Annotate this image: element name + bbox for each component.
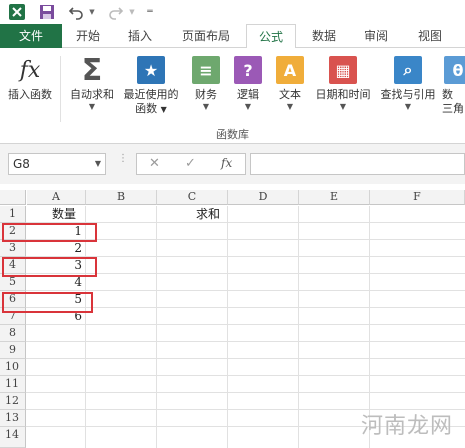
ribbon-formulas: fx 插入函数 Σ 自动求和 ▼ ★ 最近使用的 函数 ▼ ≡ 财务 ▼ ? 逻… [0,48,465,144]
cell-a1[interactable]: 数量 [52,206,76,223]
drag-handle-icon[interactable]: ⋮ [118,154,128,164]
column-header-a[interactable]: A [27,190,86,205]
logical-label: 逻辑 [237,88,259,101]
gridline [26,341,465,342]
row-header[interactable]: 12 [0,393,26,410]
highlight-box-row-4 [2,257,97,277]
lookup-reference-label: 查找与引用 [380,88,436,101]
calendar-icon: ▦ [329,56,357,84]
sigma-icon: Σ [81,52,103,88]
tab-page-layout[interactable]: 页面布局 [168,24,244,48]
question-icon: ? [234,56,262,84]
quick-access-toolbar: ▼ ▼ ═ [0,0,465,24]
chevron-down-icon: ▼ [404,102,412,111]
formula-buttons: ✕ ✓ fx [136,153,246,175]
fx-icon: fx [19,57,41,83]
row-header[interactable]: 1 [0,206,26,223]
chevron-down-icon: ▼ [202,102,210,111]
row-header[interactable]: 14 [0,427,26,448]
tab-view[interactable]: 视图 [404,24,456,48]
tab-data[interactable]: 数据 [300,24,348,48]
math-trig-button[interactable]: θ 数 三角 [442,54,465,122]
gridline [85,206,86,448]
select-all-button[interactable] [0,190,26,205]
recently-used-label-1: 最近使用的 [123,88,179,101]
insert-function-label: 插入函数 [8,88,52,101]
math-trig-label-1: 数 [442,88,453,101]
highlight-box-row-2 [2,223,97,242]
gridline [26,375,465,376]
insert-function-button[interactable]: fx 插入函数 [2,54,58,122]
cell-a3[interactable]: 2 [27,240,82,257]
excel-logo-icon [8,3,26,21]
tab-home[interactable]: 开始 [64,24,112,48]
column-header-f[interactable]: F [370,190,465,205]
column-header-c[interactable]: C [157,190,228,205]
theta-icon: θ [444,56,465,84]
lookup-reference-button[interactable]: ⌕ 查找与引用 ▼ [376,54,440,122]
row-header[interactable]: 10 [0,359,26,376]
gridline [26,358,465,359]
row-header[interactable]: 13 [0,410,26,427]
row-header[interactable]: 9 [0,342,26,359]
recently-used-button[interactable]: ★ 最近使用的 函数 ▼ [120,54,182,122]
chevron-down-icon[interactable]: ▼ [95,154,101,174]
name-box[interactable]: G8 ▼ [8,153,106,175]
autosum-button[interactable]: Σ 自动求和 ▼ [64,52,120,122]
tab-formulas[interactable]: 公式 [246,24,296,49]
column-header-b[interactable]: B [86,190,157,205]
column-header-e[interactable]: E [299,190,370,205]
star-icon: ★ [137,56,165,84]
chevron-down-icon: ▼ [244,102,252,111]
function-library-group-label: 函数库 [216,128,249,141]
recently-used-label-2: 函数 ▼ [135,102,167,115]
undo-icon[interactable] [66,3,86,21]
cancel-icon[interactable]: ✕ [149,156,160,171]
ribbon-separator [60,56,61,122]
tab-review[interactable]: 审阅 [352,24,400,48]
gridline [298,206,299,448]
watermark: 河南龙网 [360,414,453,439]
text-label: 文本 [279,88,301,101]
gridline [26,392,465,393]
worksheet-grid[interactable]: A B C D E F 1 2 3 4 5 6 7 8 9 10 11 12 1… [0,184,465,448]
formula-bar: G8 ▼ ⋮ ✕ ✓ fx [0,144,465,184]
magnifier-icon: ⌕ [394,56,422,84]
tab-insert[interactable]: 插入 [116,24,164,48]
redo-dropdown-icon[interactable]: ▼ [128,3,136,21]
coins-icon: ≡ [192,56,220,84]
tab-file[interactable]: 文件 [0,24,62,48]
chevron-down-icon: ▼ [286,102,294,111]
autosum-label: 自动求和 [70,88,114,101]
cell-c1[interactable]: 求和 [196,206,220,223]
math-trig-label-2: 三角 [442,102,464,115]
chevron-down-icon: ▼ [339,102,347,111]
redo-icon[interactable] [106,3,126,21]
gridline [156,206,157,448]
save-icon[interactable] [38,3,56,21]
ribbon-tabs: 文件 开始 插入 页面布局 公式 数据 审阅 视图 [0,24,465,49]
gridline [26,290,465,291]
date-time-button[interactable]: ▦ 日期和时间 ▼ [312,54,374,122]
financial-label: 财务 [195,88,217,101]
formula-input[interactable] [250,153,465,175]
text-button[interactable]: A 文本 ▼ [268,54,312,122]
gridline [26,324,465,325]
row-header[interactable]: 8 [0,325,26,342]
insert-function-icon[interactable]: fx [221,156,232,170]
highlight-box-row-6 [2,292,93,313]
row-header[interactable]: 3 [0,240,26,257]
enter-icon[interactable]: ✓ [185,156,196,171]
date-time-label: 日期和时间 [315,88,371,101]
row-header[interactable]: 11 [0,376,26,393]
column-header-d[interactable]: D [228,190,299,205]
customize-qat-icon[interactable]: ═ [144,3,156,21]
logical-button[interactable]: ? 逻辑 ▼ [226,54,270,122]
name-box-value: G8 [13,157,30,171]
chevron-down-icon: ▼ [88,102,96,111]
financial-button[interactable]: ≡ 财务 ▼ [184,54,228,122]
gridline [227,206,228,448]
text-a-icon: A [276,56,304,84]
undo-dropdown-icon[interactable]: ▼ [88,3,96,21]
